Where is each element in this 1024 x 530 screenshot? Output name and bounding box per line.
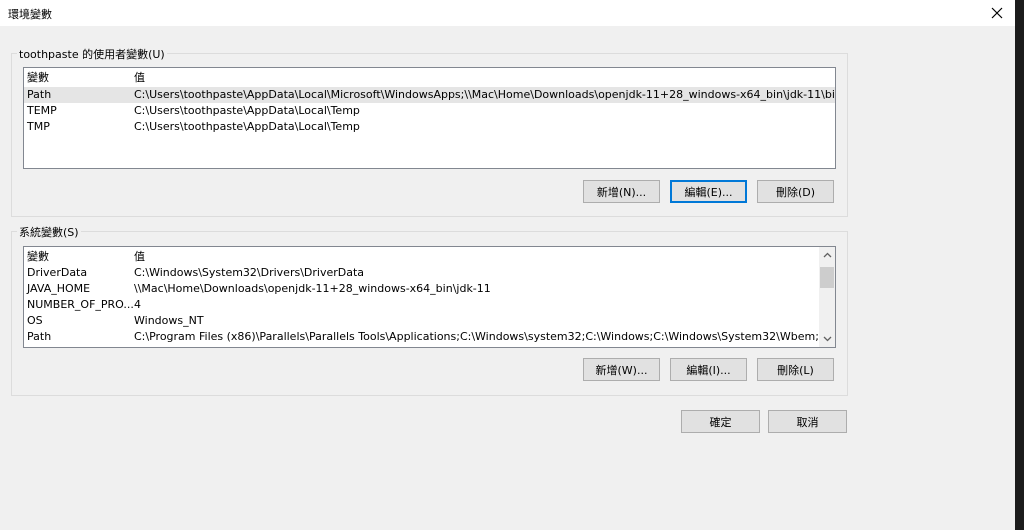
system-delete-button[interactable]: 刪除(L) — [757, 358, 834, 381]
column-header-value[interactable]: 值 — [134, 249, 145, 265]
column-header-name[interactable]: 變數 — [27, 70, 49, 86]
row-value: C:\Users\toothpaste\AppData\Local\Temp — [134, 120, 360, 133]
chevron-down-icon — [823, 336, 831, 342]
row-name: OS — [27, 314, 43, 327]
user-variables-list[interactable]: 變數 值 Path C:\Users\toothpaste\AppData\Lo… — [23, 67, 836, 169]
close-icon — [991, 7, 1003, 19]
column-header-value[interactable]: 值 — [134, 70, 145, 86]
system-edit-button[interactable]: 編輯(I)... — [670, 358, 747, 381]
close-button[interactable] — [979, 0, 1015, 26]
scroll-down-button[interactable] — [819, 331, 835, 347]
ok-button[interactable]: 確定 — [681, 410, 760, 433]
list-header: 變數 值 — [24, 249, 819, 265]
row-value: C:\Users\toothpaste\AppData\Local\Temp — [134, 104, 360, 117]
column-header-name[interactable]: 變數 — [27, 249, 49, 265]
row-name: Path — [27, 330, 52, 343]
row-name: TMP — [27, 120, 50, 133]
user-variables-label: toothpaste 的使用者變數(U) — [17, 46, 167, 62]
user-new-button[interactable]: 新增(N)... — [583, 180, 660, 203]
row-value: Windows_NT — [134, 314, 204, 327]
row-name: JAVA_HOME — [27, 282, 91, 295]
row-value: 4 — [134, 298, 141, 311]
system-variables-list[interactable]: 變數 值 DriverData C:\Windows\System32\Driv… — [23, 246, 836, 348]
scrollbar-thumb[interactable] — [820, 267, 834, 288]
user-delete-button[interactable]: 刪除(D) — [757, 180, 834, 203]
user-edit-button[interactable]: 編輯(E)... — [670, 180, 747, 203]
scroll-up-button[interactable] — [819, 247, 835, 263]
row-value: C:\Users\toothpaste\AppData\Local\Micros… — [134, 88, 836, 101]
row-value: \\Mac\Home\Downloads\openjdk-11+28_windo… — [134, 282, 491, 295]
table-row[interactable]: Path C:\Program Files (x86)\Parallels\Pa… — [24, 329, 819, 345]
table-row[interactable]: DriverData C:\Windows\System32\Drivers\D… — [24, 265, 819, 281]
system-variables-label: 系統變數(S) — [17, 224, 81, 240]
list-header: 變數 值 — [24, 70, 835, 86]
row-name: TEMP — [27, 104, 57, 117]
table-row[interactable]: TEMP C:\Users\toothpaste\AppData\Local\T… — [24, 103, 835, 119]
system-new-button[interactable]: 新增(W)... — [583, 358, 660, 381]
chevron-up-icon — [823, 252, 831, 258]
row-name: Path — [27, 88, 52, 101]
vertical-scrollbar[interactable] — [819, 247, 835, 347]
window-title: 環境變數 — [8, 8, 52, 21]
title-bar: 環境變數 — [0, 0, 1015, 26]
row-name: DriverData — [27, 266, 88, 279]
row-value: C:\Windows\System32\Drivers\DriverData — [134, 266, 365, 279]
table-row[interactable]: JAVA_HOME \\Mac\Home\Downloads\openjdk-1… — [24, 281, 819, 297]
row-name: NUMBER_OF_PRO... — [27, 298, 134, 311]
table-row[interactable]: NUMBER_OF_PRO... 4 — [24, 297, 819, 313]
table-row[interactable]: OS Windows_NT — [24, 313, 819, 329]
table-row[interactable]: Path C:\Users\toothpaste\AppData\Local\M… — [24, 87, 835, 103]
environment-variables-dialog: 環境變數 toothpaste 的使用者變數(U) 變數 值 Path C:\U… — [0, 0, 1015, 530]
row-value: C:\Program Files (x86)\Parallels\Paralle… — [134, 330, 819, 343]
cancel-button[interactable]: 取消 — [768, 410, 847, 433]
table-row[interactable]: TMP C:\Users\toothpaste\AppData\Local\Te… — [24, 119, 835, 135]
